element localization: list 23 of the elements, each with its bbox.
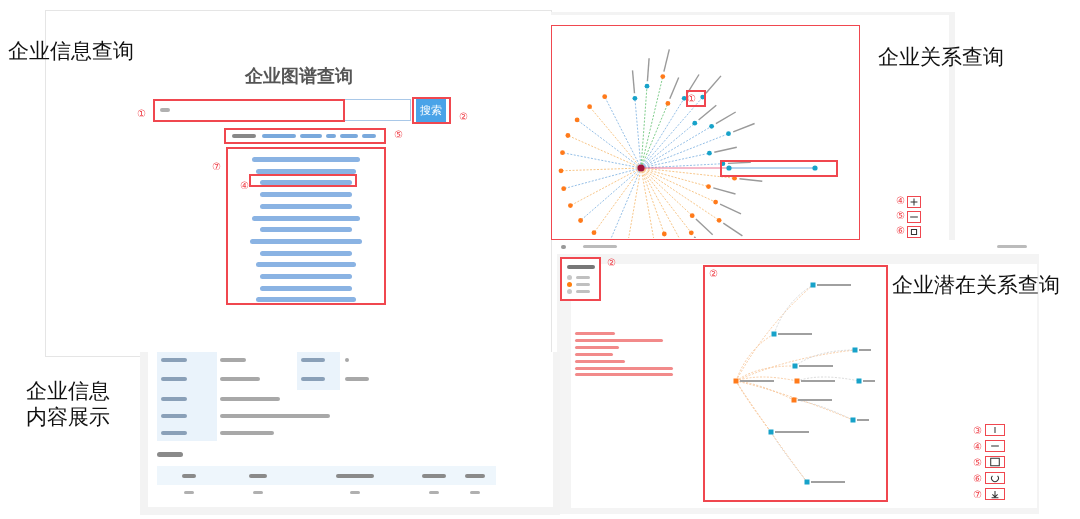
callout-number: ⑦ bbox=[973, 490, 982, 500]
callout-number: ⑤ bbox=[896, 211, 905, 221]
caption-text: 企业信息查询 bbox=[8, 38, 134, 64]
callout-number: ① bbox=[687, 94, 696, 104]
callout-number: ② bbox=[607, 258, 616, 268]
callout-number: ④ bbox=[973, 442, 982, 452]
callout-number: ⑦ bbox=[212, 162, 221, 172]
callout-number: ⑤ bbox=[973, 458, 982, 468]
callout-number: ④ bbox=[896, 196, 905, 206]
callout-number: ⑥ bbox=[896, 226, 905, 236]
callout-number: ③ bbox=[973, 426, 982, 436]
search-button[interactable]: 搜索 bbox=[416, 99, 446, 122]
callout-number: ① bbox=[137, 109, 146, 119]
callout-number: ④ bbox=[240, 181, 249, 191]
caption-text: 内容展示 bbox=[26, 404, 110, 430]
callout-number: ② bbox=[709, 269, 718, 279]
callout-number: ⑥ bbox=[973, 474, 982, 484]
caption-text: 企业信息 bbox=[26, 378, 110, 404]
caption-text: 企业关系查询 bbox=[878, 44, 1004, 70]
caption-text: 企业潜在关系查询 bbox=[892, 272, 1060, 298]
page-title: 企业图谱查询 bbox=[243, 65, 354, 88]
callout-number: ⑤ bbox=[394, 130, 403, 140]
callout-number: ② bbox=[459, 112, 468, 122]
